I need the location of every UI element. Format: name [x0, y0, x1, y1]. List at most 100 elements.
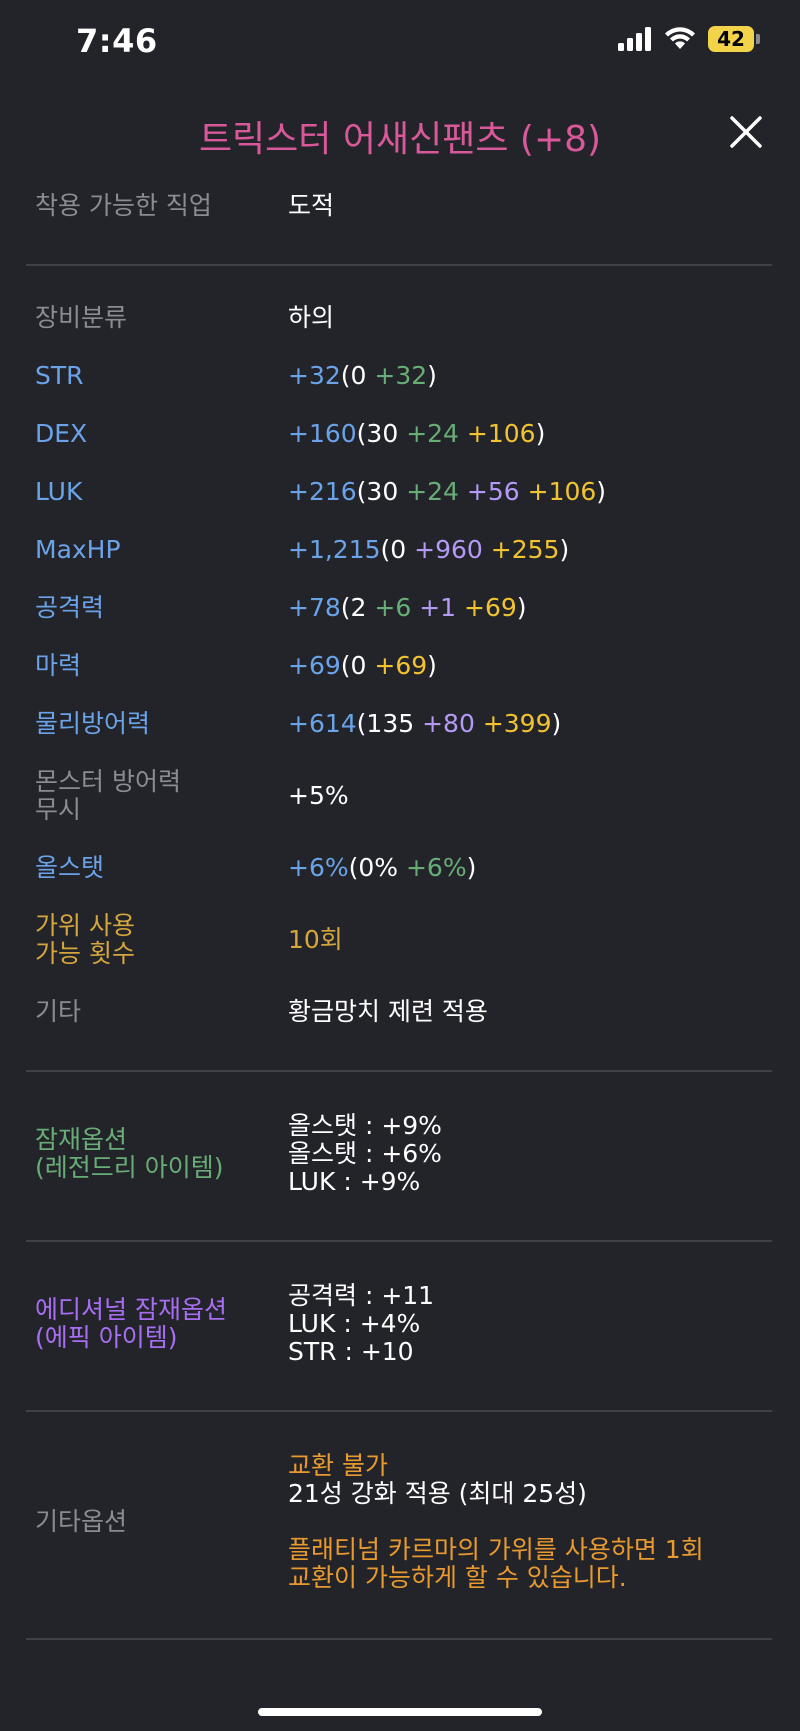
home-indicator[interactable] [258, 1708, 542, 1716]
attack-close: ) [516, 593, 527, 622]
attack-bonus: +6 [374, 593, 412, 622]
str-bonus: +32 [374, 361, 428, 390]
job-value: 도적 [288, 191, 335, 220]
defense-label: 물리방어력 [35, 709, 151, 738]
defense-base: (135 [356, 709, 423, 738]
allstat-base: (0% [348, 853, 406, 882]
additional-potential-label-line1: 에디셔널 잠재옵션 [35, 1295, 227, 1324]
potential-line: 올스탯 : +6% [288, 1139, 442, 1168]
str-close: ) [427, 361, 437, 390]
maxhp-star: +255 [490, 535, 560, 564]
job-label: 착용 가능한 직업 [35, 191, 212, 220]
additional-potential-line: LUK : +4% [288, 1309, 421, 1338]
trade-status: 교환 불가 [288, 1451, 388, 1480]
luk-label: LUK [35, 477, 83, 506]
scissors-label-line2: 가능 횟수 [35, 939, 135, 968]
item-title: 트릭스터 어새신팬츠 (+8) [198, 119, 602, 160]
defense-total: +614 [288, 709, 357, 738]
potential-lines: 올스탯 : +9% 올스탯 : +6% LUK : +9% [288, 1112, 442, 1196]
ignore-defense-label-line2: 무시 [35, 795, 82, 824]
attack-base: (2 [340, 593, 375, 622]
battery-icon: 42 [708, 26, 760, 52]
divider [26, 1410, 772, 1412]
item-header: 트릭스터 어새신팬츠 (+8) [0, 100, 800, 170]
maxhp-base: (0 [380, 535, 415, 564]
magic-star: +69 [374, 651, 428, 680]
str-label: STR [35, 361, 84, 390]
magic-base: (0 [340, 651, 375, 680]
potential-label-line1: 잠재옵션 [35, 1125, 128, 1154]
defense-close: ) [551, 709, 562, 738]
category-value: 하의 [288, 303, 335, 332]
dex-total: +160 [288, 419, 357, 448]
luk-base: (30 [356, 477, 407, 506]
magic-close: ) [427, 651, 437, 680]
scissors-value: 10회 [288, 925, 343, 954]
divider [26, 1638, 772, 1640]
dex-value: +160(30 +24 +106) [288, 420, 545, 448]
magic-label: 마력 [35, 651, 82, 680]
attack-label: 공격력 [35, 593, 105, 622]
potential-label: 잠재옵션 (레전드리 아이템) [35, 1126, 223, 1182]
battery-level: 42 [708, 26, 754, 52]
divider [26, 1240, 772, 1242]
dex-base: (30 [356, 419, 407, 448]
allstat-value: +6%(0% +6%) [288, 854, 476, 882]
karma-notice-line2: 교환이 가능하게 할 수 있습니다. [288, 1563, 627, 1592]
additional-potential-label: 에디셔널 잠재옵션 (에픽 아이템) [35, 1296, 227, 1352]
potential-line: LUK : +9% [288, 1167, 421, 1196]
luk-total: +216 [288, 477, 357, 506]
scissors-label: 가위 사용 가능 횟수 [35, 912, 135, 968]
luk-value: +216(30 +24 +56 +106) [288, 478, 606, 506]
luk-star: +106 [527, 477, 597, 506]
close-icon[interactable] [726, 112, 766, 152]
maxhp-scroll: +960 [414, 535, 483, 564]
str-total: +32 [288, 361, 341, 390]
additional-potential-line: STR : +10 [288, 1337, 414, 1366]
attack-star: +69 [464, 593, 517, 622]
ignore-defense-label-line1: 몬스터 방어력 [35, 767, 181, 796]
category-label: 장비분류 [35, 303, 128, 332]
ignore-defense-label: 몬스터 방어력 무시 [35, 768, 181, 824]
allstat-total: +6% [288, 853, 349, 882]
dex-star: +106 [466, 419, 536, 448]
wifi-icon [665, 27, 695, 49]
additional-potential-label-line2: (에픽 아이템) [35, 1323, 178, 1352]
attack-value: +78(2 +6 +1 +69) [288, 594, 527, 622]
other-options-label: 기타옵션 [35, 1507, 128, 1536]
star-force-info: 21성 강화 적용 (최대 25성) [288, 1479, 587, 1508]
str-value: +32(0 +32) [288, 362, 437, 390]
luk-close: ) [596, 477, 607, 506]
defense-scroll: +80 [422, 709, 475, 738]
battery-cap [756, 34, 760, 44]
luk-bonus: +24 [406, 477, 459, 506]
ignore-defense-value: +5% [288, 781, 349, 810]
scissors-label-line1: 가위 사용 [35, 911, 135, 940]
maxhp-total: +1,215 [288, 535, 381, 564]
maxhp-value: +1,215(0 +960 +255) [288, 536, 569, 564]
etc-label: 기타 [35, 997, 82, 1026]
divider [26, 264, 772, 266]
signal-icon [618, 27, 651, 51]
defense-value: +614(135 +80 +399) [288, 710, 561, 738]
potential-line: 올스탯 : +9% [288, 1111, 442, 1140]
str-base: (0 [340, 361, 375, 390]
additional-potential-lines: 공격력 : +11 LUK : +4% STR : +10 [288, 1282, 434, 1366]
luk-scroll: +56 [466, 477, 520, 506]
dex-label: DEX [35, 419, 88, 448]
divider [26, 1070, 772, 1072]
status-icons: 42 [618, 26, 760, 52]
additional-potential-line: 공격력 : +11 [288, 1281, 435, 1310]
magic-total: +69 [288, 651, 341, 680]
status-time: 7:46 [76, 22, 158, 60]
status-bar: 7:46 42 [0, 0, 800, 90]
attack-scroll: +1 [419, 593, 457, 622]
dex-close: ) [535, 419, 546, 448]
etc-value: 황금망치 제련 적용 [288, 997, 488, 1026]
maxhp-label: MaxHP [35, 535, 121, 564]
allstat-bonus: +6% [405, 853, 467, 882]
other-options-lines: 교환 불가 21성 강화 적용 (최대 25성) 플래티넘 카르마의 가위를 사… [288, 1452, 704, 1592]
defense-star: +399 [482, 709, 552, 738]
maxhp-close: ) [559, 535, 570, 564]
